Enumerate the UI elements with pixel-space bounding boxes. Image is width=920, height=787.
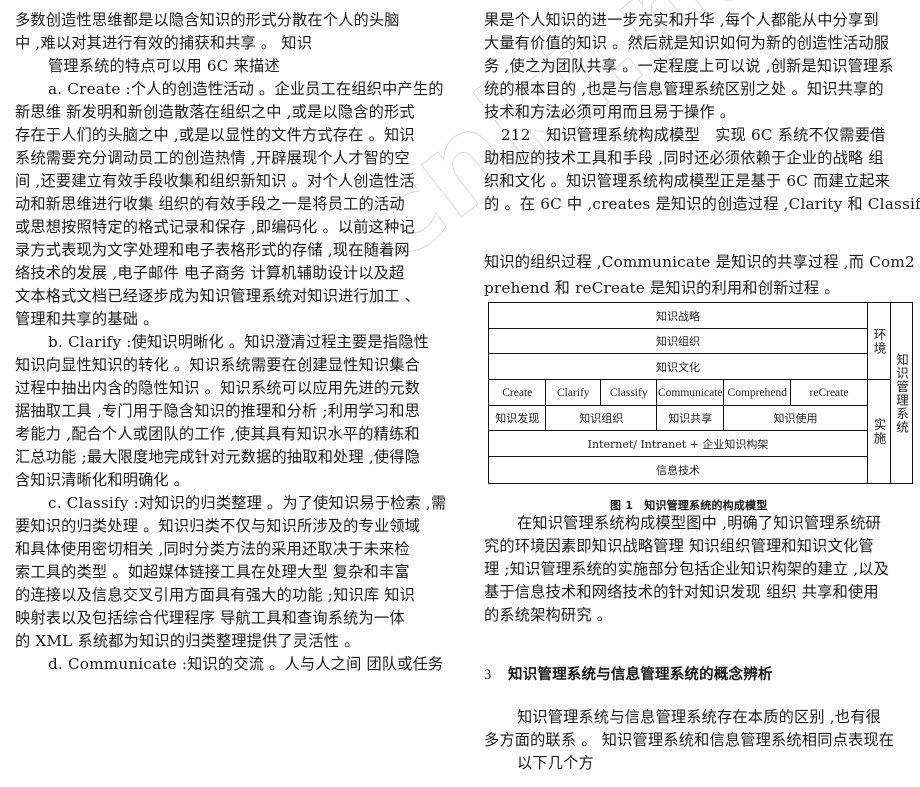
text-line: 含知识清晰化和明确化 。 [15, 471, 190, 489]
text-line: 多数创造性思维都是以隐含知识的形式分散在个人的头脑 [15, 11, 400, 29]
label-km-system: 知识管理系统 [890, 302, 913, 484]
text-line: 据抽取工具 ,专门用于隐含知识的推理和分析 ;利用学习和思 [15, 402, 421, 420]
label-environment: 环境 [866, 302, 892, 381]
text-line: 索工具的类型 。如超媒体链接工具在处理大型 复杂和丰富 [15, 563, 410, 581]
process-classify: Classify [600, 379, 658, 406]
text-line: 基于信息技术和网络技术的针对知识发现 组织 共享和使用 [484, 583, 879, 601]
text-line: 要知识的归类处理 。知识归类不仅与知识所涉及的专业领域 [15, 517, 421, 535]
text-line: 过程中抽出内含的隐性知识 。知识系统可以应用先进的元数 [15, 379, 421, 397]
text-line: prehend 和 reCreate 是知识的利用和创新过程 。 [484, 279, 840, 297]
text-line: 新思维 新发明和新创造散落在组织之中 ,或是以隐含的形式 [15, 103, 415, 121]
text-line: 中 ,难以对其进行有效的捕获和共享 。 知识 [15, 34, 313, 52]
text-line: 果是个人知识的进一步充实和升华 ,每个人都能从中分享到 [484, 11, 879, 29]
section-title: 知识管理系统与信息管理系统的概念辨析 [508, 667, 773, 683]
text-line: c. Classify :对知识的归类整理 。为了使知识易于检索 ,需 [48, 494, 447, 512]
text-line: 知识的组织过程 ,Communicate 是知识的共享过程 ,而 Com2 [484, 253, 915, 271]
process-recreate: reCreate [790, 379, 868, 406]
text-line: 络技术的发展 ,电子邮件 电子商务 计算机辅助设计以及超 [15, 264, 405, 282]
text-line: 动和新思维进行收集 组织的有效手段之一是将员工的活动 [15, 195, 405, 213]
text-line: 织和文化 。知识管理系统构成模型正是基于 6C 而建立起来 [484, 172, 891, 190]
text-line: 管理系统的特点可以用 6C 来描述 [48, 57, 280, 75]
text-line: 的连接以及信息交叉引用方面具有强大的功能 ;知识库 知识 [15, 586, 416, 604]
text-line: 务 ,使之为团队共享 。一定程度上可以说 ,创新是知识管理系 [484, 57, 894, 75]
text-line: 系统需要充分调动员工的创造热情 ,开辟展现个人才智的空 [15, 149, 410, 167]
text-line: d. Communicate :知识的交流 。人与人之间 团队或任务 [48, 655, 444, 673]
section-heading: 3 知识管理系统与信息管理系统的概念辨析 [484, 664, 773, 687]
text-line: 文本格式文档已经逐步成为知识管理系统对知识进行加工 、 [15, 287, 421, 305]
text-line: 的 。在 6C 中 ,creates 是知识的创造过程 ,Clarity 和 C… [484, 195, 920, 213]
text-line: 助相应的技术工具和手段 ,同时还必须依赖于企业的战略 组 [484, 149, 884, 167]
section-number: 3 [484, 667, 492, 683]
text-line: 或思想按照特定的格式记录和保存 ,即编码化 。以前这种记 [15, 218, 415, 236]
text-line: 录方式表现为文字处理和电子表格形式的存储 ,现在随着网 [15, 241, 410, 259]
process-comprehend: Comprehend [723, 379, 792, 406]
row-knowledge-organization: 知识组织 [488, 327, 868, 355]
text-line: 映射表以及包括综合代理程序 导航工具和查询系统为一体 [15, 609, 405, 627]
row-information-technology: 信息技术 [488, 456, 868, 484]
text-line: 知识管理系统与信息管理系统存在本质的区别 ,也有很 [517, 708, 881, 726]
row-knowledge-culture: 知识文化 [488, 353, 868, 381]
text-line: a. Create :个人的创造性活动 。企业员工在组织中产生的 [48, 80, 444, 98]
subsection-heading: 212 知识管理系统构成模型 实现 6C 系统不仅需要借 [501, 126, 886, 144]
text-line: 管理和共享的基础 。 [15, 310, 159, 328]
activity-organization: 知识组织 [545, 404, 658, 432]
km-system-model-diagram: 知识战略 知识组织 知识文化 Create Clarify Classify C… [488, 302, 913, 484]
text-line: 在知识管理系统构成模型图中 ,明确了知识管理系统研 [517, 514, 881, 532]
text-line: 的系统架构研究 。 [484, 606, 613, 624]
text-line: 理 ;知识管理系统的实施部分包括企业知识构架的建立 ,以及 [484, 560, 890, 578]
activity-sharing: 知识共享 [656, 404, 725, 432]
process-create: Create [488, 379, 547, 406]
text-line: 以下几个方 [517, 754, 594, 772]
text-line: 的 XML 系统都为知识的归类整理提供了灵活性 。 [15, 632, 360, 650]
row-knowledge-strategy: 知识战略 [488, 302, 868, 329]
text-line: b. Clarify :使知识明晰化 。知识澄清过程主要是指隐性 [48, 333, 429, 351]
process-clarify: Clarify [545, 379, 602, 406]
text-line: 汇总功能 ;最大限度地完成针对元数据的抽取和处理 ,使得隐 [15, 448, 421, 466]
text-line: 知识向显性知识的转化 。知识系统需要在创建显性知识集合 [15, 356, 421, 374]
text-line: 考能力 ,配合个人或团队的工作 ,使其具有知识水平的精练和 [15, 425, 420, 443]
process-communicate: Communicate [656, 379, 725, 406]
text-line: 存在于人们的头脑之中 ,或是以显性的文件方式存在 。知识 [15, 126, 415, 144]
text-line: 技术和方法必须可用而且易于操作 。 [484, 103, 736, 121]
text-line: 究的环境因素即知识战略管理 知识组织管理和知识文化管 [484, 537, 874, 555]
activity-discovery: 知识发现 [488, 404, 547, 432]
text-line: 多方面的联系 。 知识管理系统和信息管理系统相同点表现在 [484, 731, 895, 749]
activity-usage: 知识使用 [723, 404, 868, 432]
text-line: 间 ,还要建立有效手段收集和组织新知识 。对个人创造性活 [15, 172, 415, 190]
label-implementation: 实施 [866, 379, 892, 484]
text-line: 大量有价值的知识 。然后就是知识如何为新的创造性活动服 [484, 34, 890, 52]
text-line: 和具体使用密切相关 ,同时分类方法的采用还取决于未来检 [15, 540, 410, 558]
row-internet-framework: Internet/ Intranet + 企业知识构架 [488, 430, 868, 458]
text-line: 统的根本目的 ,也是与信息管理系统区别之处 。知识共享的 [484, 80, 884, 98]
